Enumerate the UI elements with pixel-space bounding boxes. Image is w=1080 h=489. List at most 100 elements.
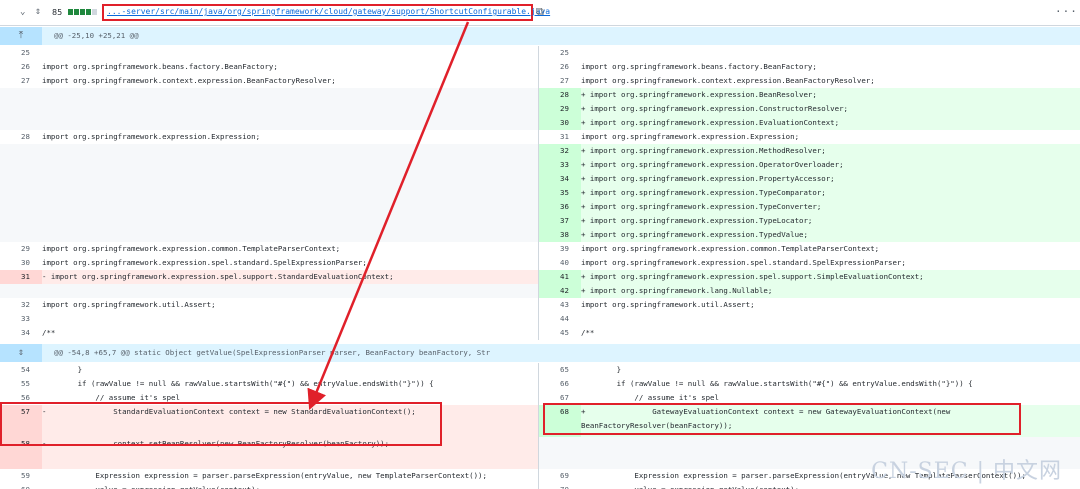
line-number[interactable]: [0, 172, 42, 186]
line-number[interactable]: [0, 158, 42, 172]
file-path-link[interactable]: ...-server/src/main/java/org/springframe…: [107, 7, 550, 16]
line-number[interactable]: 36: [539, 200, 581, 214]
line-number[interactable]: 30: [539, 116, 581, 130]
code-text: import org.springframework.expression.sp…: [581, 258, 906, 267]
diff-line: 30 import org.springframework.expression.…: [0, 256, 538, 270]
code-text: import org.springframework.expression.sp…: [42, 258, 367, 267]
line-number[interactable]: 40: [539, 256, 581, 270]
code-text: }: [581, 365, 622, 374]
kebab-icon[interactable]: ···: [1055, 5, 1078, 18]
line-number[interactable]: [0, 88, 42, 102]
diff-line: 44: [538, 312, 1080, 326]
line-number[interactable]: 34: [0, 326, 42, 340]
code-text: import org.springframework.expression.Ex…: [581, 132, 800, 141]
diff-line: 59 Expression expression = parser.parseE…: [0, 469, 538, 483]
copy-icon[interactable]: ⧉: [536, 5, 544, 19]
line-number[interactable]: 26: [539, 60, 581, 74]
line-number[interactable]: 39: [539, 242, 581, 256]
line-number[interactable]: 28: [539, 88, 581, 102]
code-text: import org.springframework.expression.co…: [581, 244, 880, 253]
code-text: + import org.springframework.expression.…: [581, 90, 817, 99]
diff-line: 45/**: [538, 326, 1080, 340]
line-number[interactable]: 31: [539, 130, 581, 144]
diff-line: [0, 186, 538, 200]
diff-line: 35 + import org.springframework.expressio…: [538, 186, 1080, 200]
line-number[interactable]: [0, 284, 42, 298]
line-number[interactable]: 29: [539, 102, 581, 116]
line-number[interactable]: 34: [539, 172, 581, 186]
diff-line: 29 import org.springframework.expression.…: [0, 242, 538, 256]
line-number[interactable]: [0, 200, 42, 214]
line-number[interactable]: 32: [539, 144, 581, 158]
line-number[interactable]: [0, 214, 42, 228]
code-text: + import org.springframework.expression.…: [581, 160, 844, 169]
code-text: import org.springframework.expression.co…: [42, 244, 341, 253]
line-number[interactable]: [0, 144, 42, 158]
line-number[interactable]: [0, 186, 42, 200]
chevron-down-icon[interactable]: ⌄: [20, 7, 25, 17]
code-text: + import org.springframework.expression.…: [581, 188, 826, 197]
line-number[interactable]: 41: [539, 270, 581, 284]
line-number[interactable]: 66: [539, 377, 581, 391]
diff-line: [0, 284, 538, 298]
line-number[interactable]: 69: [539, 469, 581, 483]
line-number[interactable]: 33: [0, 312, 42, 326]
diffstat-added-bar: [74, 9, 79, 15]
line-number[interactable]: 55: [0, 377, 42, 391]
watermark: CN-SEC | 中文网: [871, 459, 1062, 484]
diff-line: 55 if (rawValue != null && rawValue.star…: [0, 377, 538, 391]
line-number[interactable]: 43: [539, 298, 581, 312]
line-number[interactable]: 25: [0, 46, 42, 60]
expand-up-icon[interactable]: ⤒: [0, 27, 42, 45]
diff-line: [0, 102, 538, 116]
line-number[interactable]: 45: [539, 326, 581, 340]
code-text: import org.springframework.beans.factory…: [581, 62, 817, 71]
line-number[interactable]: 28: [0, 130, 42, 144]
line-number[interactable]: 31: [0, 270, 42, 284]
line-number[interactable]: 25: [539, 46, 581, 60]
diff-line: 27 import org.springframework.context.exp…: [538, 74, 1080, 88]
diff-line: 65 }: [538, 363, 1080, 377]
code-text: import org.springframework.util.Assert;: [42, 300, 216, 309]
line-number[interactable]: 33: [539, 158, 581, 172]
diff-line: 60 value = expression.getValue(context);: [0, 483, 538, 489]
code-text: /**: [42, 328, 56, 337]
diff-line: 39 import org.springframework.expression.…: [538, 242, 1080, 256]
line-number[interactable]: 44: [539, 312, 581, 326]
line-number[interactable]: [0, 102, 42, 116]
line-number[interactable]: [0, 116, 42, 130]
diff-line: 38 + import org.springframework.expressio…: [538, 228, 1080, 242]
file-header: ⌄ ⇕ 85 ...-server/src/main/java/org/spri…: [0, 0, 1080, 26]
diff-line: 30 + import org.springframework.expressio…: [538, 116, 1080, 130]
line-number[interactable]: 29: [0, 242, 42, 256]
line-number[interactable]: 59: [0, 469, 42, 483]
line-number[interactable]: 65: [539, 363, 581, 377]
line-number[interactable]: [539, 437, 581, 469]
line-number[interactable]: 27: [539, 74, 581, 88]
line-number[interactable]: 54: [0, 363, 42, 377]
expand-icon[interactable]: ⇕: [0, 344, 42, 362]
line-number[interactable]: 32: [0, 298, 42, 312]
diff-line: 28 + import org.springframework.expressio…: [538, 88, 1080, 102]
line-number[interactable]: 37: [539, 214, 581, 228]
diff-line: [0, 200, 538, 214]
line-number[interactable]: 30: [0, 256, 42, 270]
line-number[interactable]: 60: [0, 483, 42, 489]
code-text: + import org.springframework.expression.…: [581, 202, 822, 211]
diff-line: 26 import org.springframework.beans.facto…: [538, 60, 1080, 74]
line-number[interactable]: 35: [539, 186, 581, 200]
line-number[interactable]: 27: [0, 74, 42, 88]
line-number[interactable]: 38: [539, 228, 581, 242]
line-number[interactable]: 70: [539, 483, 581, 489]
line-number[interactable]: 26: [0, 60, 42, 74]
unfold-icon[interactable]: ⇕: [35, 6, 41, 17]
line-number[interactable]: [0, 228, 42, 242]
code-text: value = expression.getValue(context);: [42, 483, 538, 489]
line-number[interactable]: 42: [539, 284, 581, 298]
